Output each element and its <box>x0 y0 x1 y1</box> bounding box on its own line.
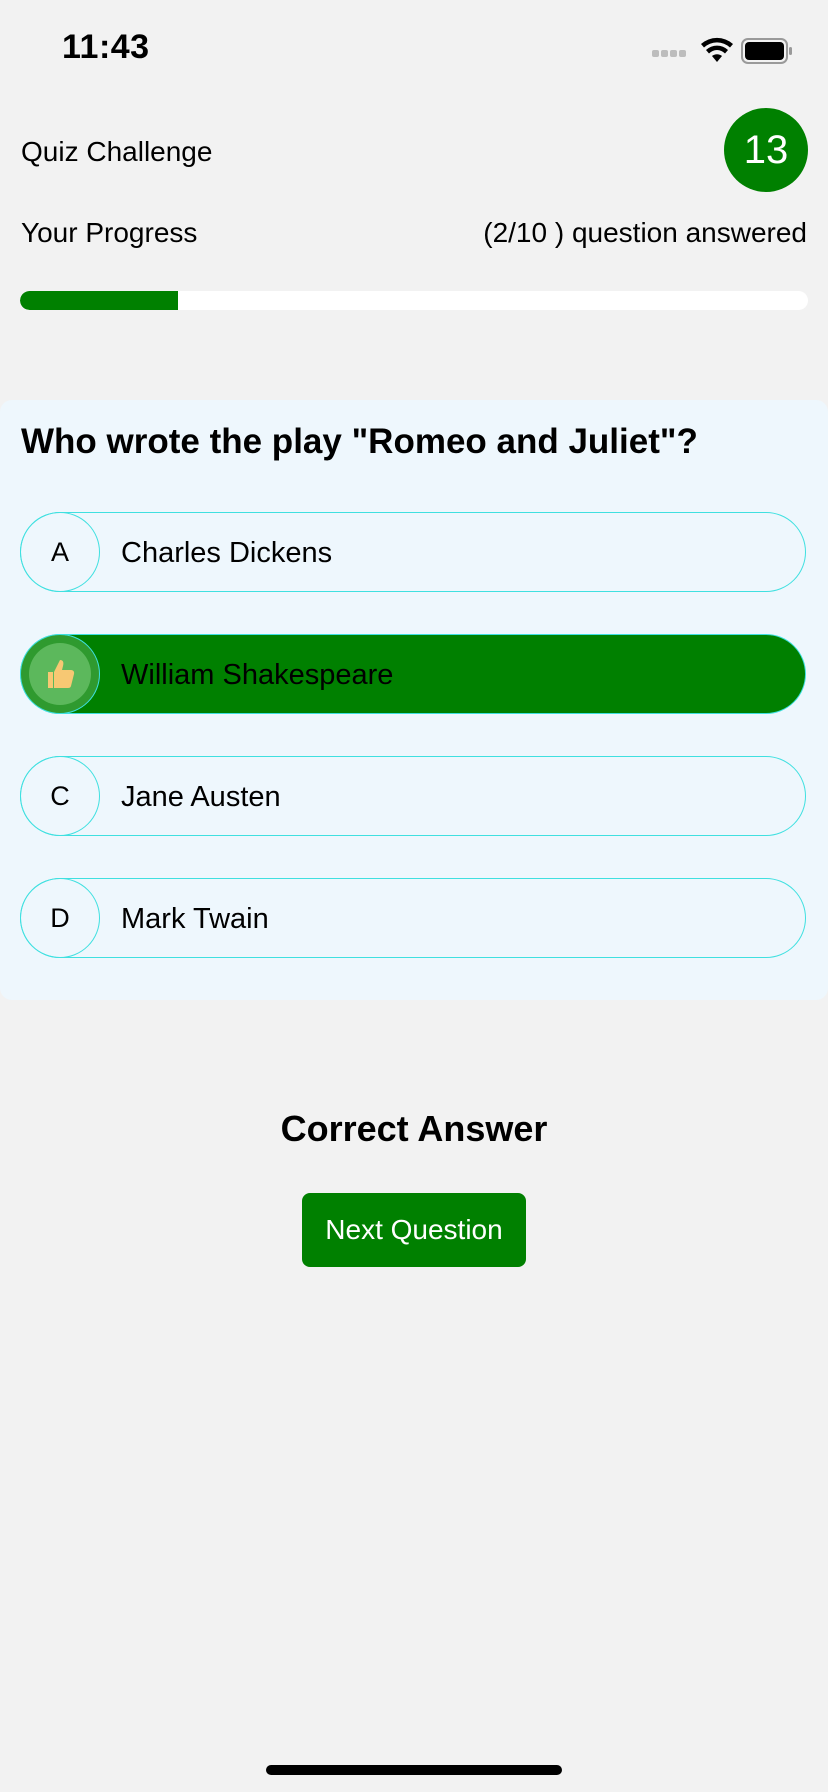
option-label: Jane Austen <box>121 781 281 813</box>
result-message: Correct Answer <box>280 1108 548 1149</box>
option-letter: A <box>20 512 100 592</box>
home-indicator[interactable] <box>266 1765 562 1775</box>
progress-count: (2/10 ) question answered <box>483 217 807 248</box>
option-label: Charles Dickens <box>121 537 333 569</box>
progress-bar <box>20 291 808 310</box>
signal-icon <box>652 50 692 62</box>
question-text: Who wrote the play "Romeo and Juliet"? <box>21 422 698 461</box>
option-c[interactable]: C Jane Austen <box>20 756 806 836</box>
quiz-title: Quiz Challenge <box>21 136 213 167</box>
option-d[interactable]: D Mark Twain <box>20 878 806 958</box>
score-badge: 13 <box>724 108 808 192</box>
option-label: Mark Twain <box>121 903 269 935</box>
option-letter <box>20 634 100 714</box>
thumbs-up-icon <box>29 643 91 705</box>
status-time: 11:43 <box>62 28 150 66</box>
option-letter: D <box>20 878 100 958</box>
wifi-icon <box>701 37 733 62</box>
option-label: William Shakespeare <box>121 659 394 691</box>
option-a[interactable]: A Charles Dickens <box>20 512 806 592</box>
battery-icon <box>741 38 792 64</box>
question-card: Who wrote the play "Romeo and Juliet"? A… <box>0 400 828 1000</box>
progress-label: Your Progress <box>21 217 198 248</box>
progress-bar-fill <box>20 291 178 310</box>
next-question-button[interactable]: Next Question <box>302 1193 526 1267</box>
option-letter: C <box>20 756 100 836</box>
status-bar: 11:43 <box>0 0 828 100</box>
option-b[interactable]: William Shakespeare <box>20 634 806 714</box>
